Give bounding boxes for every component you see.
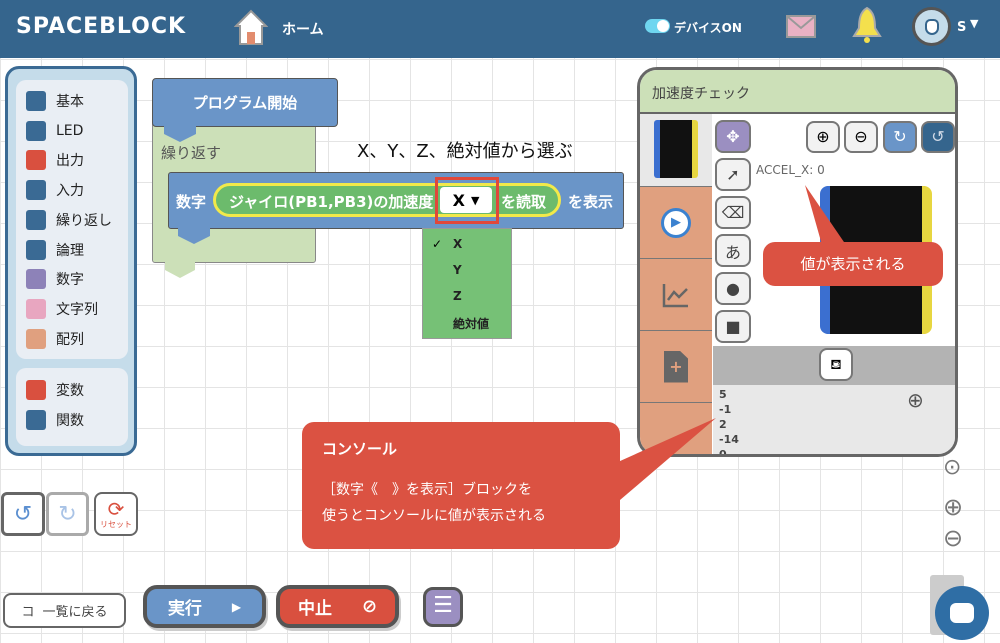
console-callout-text: ［数字《 》を表示］ブロックを	[322, 482, 532, 498]
prohibit-icon: ⊘	[361, 596, 378, 617]
zoom-minus-icon[interactable]: ⊖	[943, 524, 963, 552]
console-callout-title: コンソール	[322, 440, 398, 458]
value-callout: 値が表示される	[763, 242, 943, 286]
run-label: 実行	[167, 599, 202, 619]
console-callout-text: 使うとコンソールに値が表示される	[322, 508, 546, 524]
stop-label: 中止	[297, 599, 332, 619]
back-icon: コ	[21, 605, 35, 620]
chat-button[interactable]	[935, 586, 989, 640]
chat-icon	[950, 603, 974, 623]
menu-button[interactable]: ☰	[423, 587, 463, 627]
play-icon: ▶	[231, 599, 242, 614]
stop-button[interactable]: 中止 ⊘	[276, 585, 399, 628]
back-label: 一覧に戻る	[42, 605, 108, 620]
console-callout: コンソール ［数字《 》を表示］ブロックを 使うとコンソールに値が表示される	[302, 422, 620, 549]
zoom-plus-icon[interactable]: ⊕	[943, 493, 963, 521]
back-to-list-button[interactable]: コ一覧に戻る	[3, 593, 126, 628]
run-button[interactable]: 実行 ▶	[143, 585, 266, 628]
center-target-icon[interactable]: ⊙	[943, 455, 961, 480]
